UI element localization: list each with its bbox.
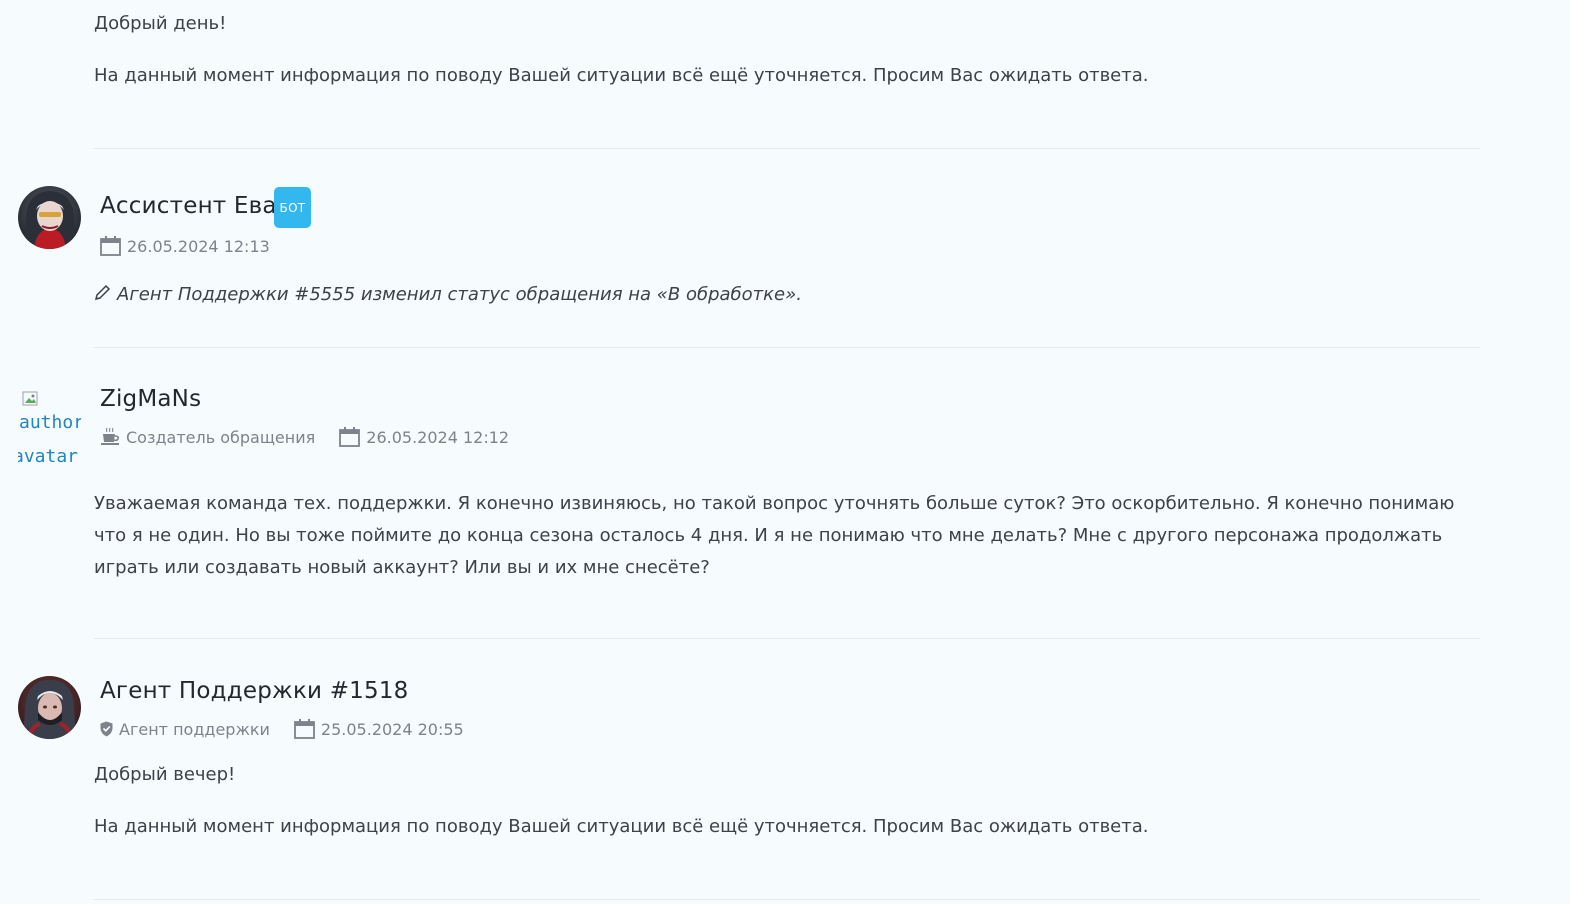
post-body-text: На данный момент информация по поводу Ва… (94, 816, 1149, 837)
post-greeting: Добрый вечер! (94, 764, 236, 785)
post-divider (94, 899, 1480, 900)
bot-badge: БОТ (274, 187, 311, 228)
broken-avatar-image[interactable]: author avatar (18, 388, 81, 468)
author-role: Создатель обращения (126, 427, 316, 447)
post-date: 26.05.2024 12:12 (366, 427, 510, 447)
calendar-icon (100, 236, 121, 256)
avatar-alt-text-line2: avatar (18, 446, 79, 467)
author-name[interactable]: ZigMaNs (100, 386, 201, 412)
shield-check-icon (100, 721, 113, 737)
post-body-text: На данный момент информация по поводу Ва… (94, 65, 1149, 86)
post-body-text: Уважаемая команда тех. поддержки. Я коне… (94, 493, 1455, 578)
post-date: 26.05.2024 12:13 (127, 236, 270, 256)
status-note-text: Агент Поддержки #5555 изменил статус обр… (117, 284, 802, 305)
pencil-icon (94, 283, 112, 306)
post-date: 25.05.2024 20:55 (320, 719, 464, 739)
post-meta: 26.05.2024 12:13 (100, 236, 270, 256)
post-meta: Создатель обращения 26.05.2024 12:12 (100, 427, 509, 447)
avatar-alt-text-line1: author (19, 412, 81, 433)
post-divider (94, 347, 1480, 348)
author-name[interactable]: Агент Поддержки #1518 (100, 678, 409, 704)
calendar-icon (294, 719, 315, 739)
post-divider (94, 148, 1480, 149)
post-greeting: Добрый день! (94, 13, 227, 34)
author-role: Агент поддержки (119, 719, 270, 739)
coffee-cup-icon (100, 427, 120, 447)
status-change-note: Агент Поддержки #5555 изменил статус обр… (94, 283, 802, 306)
post-divider (94, 638, 1480, 639)
post-meta: Агент поддержки 25.05.2024 20:55 (100, 719, 464, 739)
avatar-eva-icon[interactable] (18, 186, 81, 249)
avatar-agent-icon[interactable] (18, 676, 81, 739)
calendar-icon (339, 427, 361, 447)
author-name[interactable]: Ассистент Ева (100, 193, 277, 219)
